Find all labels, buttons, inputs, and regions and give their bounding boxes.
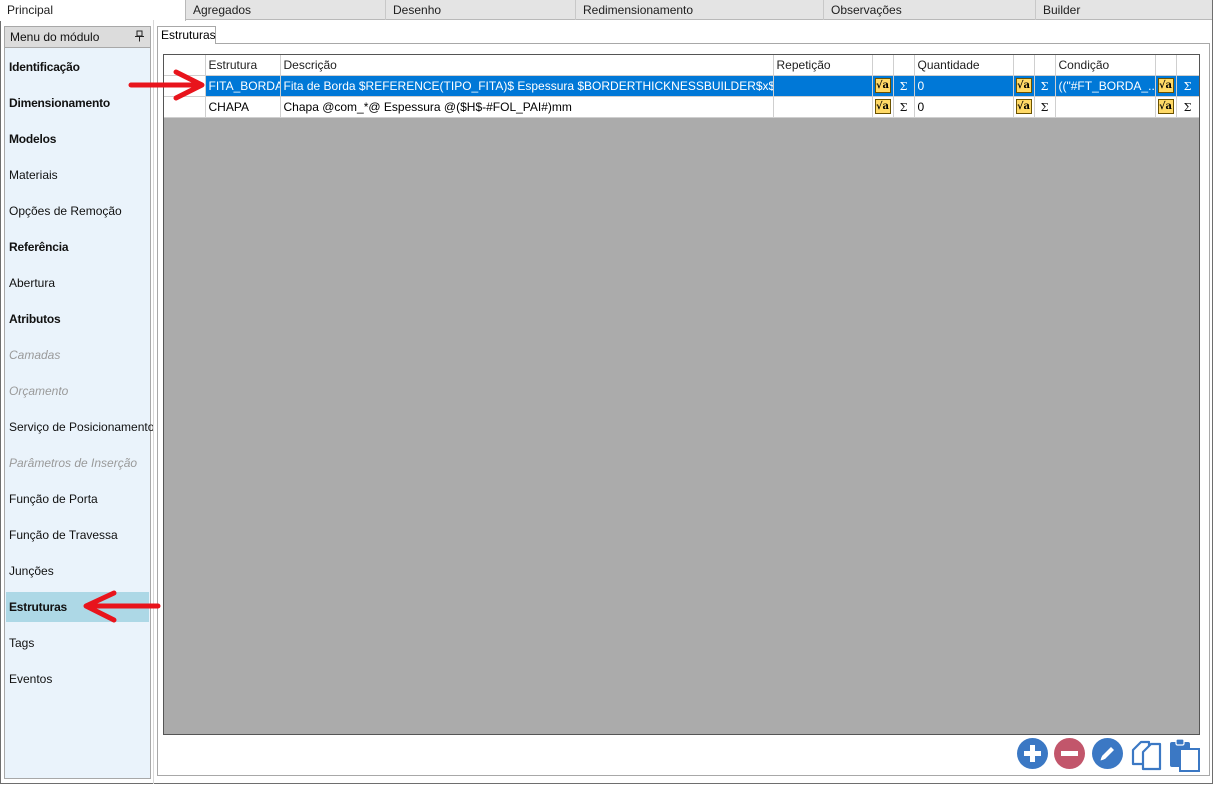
formula-sqrt-icon: √a [1015, 78, 1032, 94]
column-header-quantidade-sum [1034, 55, 1056, 76]
tab-redimensionamento[interactable]: Redimensionamento [576, 0, 824, 20]
tab-agregados[interactable]: Agregados [186, 0, 386, 20]
cell-descricao[interactable]: Fita de Borda $REFERENCE(TIPO_FITA)$ Esp… [280, 75, 774, 97]
formula-sqrt-icon: √a [1157, 99, 1174, 115]
tab-desenho[interactable]: Desenho [386, 0, 576, 20]
pencil-icon [1100, 747, 1114, 761]
paste-icon [1170, 738, 1200, 772]
tab-observacoes[interactable]: Observações [824, 0, 1036, 20]
sidebar-header: Menu do módulo [5, 27, 150, 48]
column-header-quantidade[interactable]: Quantidade [914, 55, 1014, 76]
remove-button[interactable] [1054, 738, 1085, 769]
cell-quantidade[interactable]: 0 [914, 75, 1014, 97]
column-header-repeticao-sum [893, 55, 915, 76]
condicao-formula-button[interactable]: √a [1155, 75, 1177, 97]
estruturas-grid: Estrutura Descrição Repetição Quantidade… [163, 54, 1200, 735]
sidebar-item-camadas: Camadas [9, 348, 61, 362]
repeticao-formula-button[interactable]: √a [872, 96, 894, 118]
tab-principal[interactable]: Principal [0, 0, 186, 21]
condicao-sum-button[interactable]: Σ [1176, 75, 1199, 97]
module-menu-sidebar: Menu do módulo Identificação Dimensionam… [4, 26, 154, 779]
sidebar-item-atributos[interactable]: Atributos [5, 304, 150, 334]
sidebar-item-servico-posicionamento[interactable]: Serviço de Posicionamento [5, 412, 154, 442]
grid-header-row: Estrutura Descrição Repetição Quantidade… [164, 55, 1199, 76]
copy-button[interactable] [1129, 738, 1163, 772]
sigma-icon: Σ [899, 79, 908, 93]
column-header-repeticao[interactable]: Repetição [773, 55, 873, 76]
cell-estrutura[interactable]: FITA_BORDA [205, 75, 281, 97]
sidebar-item-parametros-insercao: Parâmetros de Inserção [9, 456, 138, 470]
sidebar-item-funcao-travessa[interactable]: Função de Travessa [5, 520, 150, 550]
repeticao-sum-button[interactable]: Σ [893, 75, 915, 97]
table-row[interactable]: FITA_BORDA Fita de Borda $REFERENCE(TIPO… [164, 75, 1199, 97]
column-header-condicao-sum [1176, 55, 1199, 76]
sidebar-item-modelos[interactable]: Modelos [5, 124, 150, 154]
sidebar-item-eventos[interactable]: Eventos [5, 664, 150, 694]
sidebar-item-estruturas[interactable]: Estruturas [6, 592, 149, 622]
sidebar-item-opcoes-remocao[interactable]: Opções de Remoção [5, 196, 150, 226]
cell-repeticao[interactable] [773, 75, 873, 97]
repeticao-formula-button[interactable]: √a [872, 75, 894, 97]
sigma-icon: Σ [1183, 79, 1192, 93]
cell-condicao[interactable] [1055, 96, 1156, 118]
quantidade-sum-button[interactable]: Σ [1034, 96, 1056, 118]
formula-sqrt-icon: √a [874, 78, 891, 94]
column-header-estrutura[interactable]: Estrutura [205, 55, 281, 76]
sidebar-item-dimensionamento[interactable]: Dimensionamento [5, 88, 150, 118]
sidebar-item-referencia[interactable]: Referência [5, 232, 150, 262]
sidebar-item-tags[interactable]: Tags [5, 628, 150, 658]
add-button[interactable] [1017, 738, 1048, 769]
sidebar-item-orcamento: Orçamento [9, 384, 69, 398]
column-header-condicao[interactable]: Condição [1055, 55, 1156, 76]
paste-button[interactable] [1167, 738, 1201, 772]
condicao-sum-button[interactable]: Σ [1176, 96, 1199, 118]
sigma-icon: Σ [1040, 100, 1049, 114]
quantidade-formula-button[interactable]: √a [1013, 96, 1035, 118]
sidebar-title: Menu do módulo [10, 30, 100, 44]
table-row[interactable]: CHAPA Chapa @com_*@ Espessura @($H$-#FOL… [164, 96, 1199, 118]
column-header-quantidade-formula [1013, 55, 1035, 76]
sigma-icon: Σ [1040, 79, 1049, 93]
row-header-corner [164, 55, 206, 76]
sidebar-item-materiais[interactable]: Materiais [5, 160, 150, 190]
row-header[interactable] [164, 96, 206, 118]
edit-button[interactable] [1092, 738, 1123, 769]
cell-quantidade[interactable]: 0 [914, 96, 1014, 118]
sigma-icon: Σ [899, 100, 908, 114]
repeticao-sum-button[interactable]: Σ [893, 96, 915, 118]
sidebar-item-funcao-porta[interactable]: Função de Porta [5, 484, 150, 514]
column-header-descricao[interactable]: Descrição [280, 55, 774, 76]
panel-splitter[interactable] [153, 20, 154, 784]
formula-sqrt-icon: √a [1015, 99, 1032, 115]
cell-condicao[interactable]: (("#FT_BORDA_... [1055, 75, 1156, 97]
tab-estruturas[interactable]: Estruturas [157, 26, 216, 44]
sigma-icon: Σ [1183, 100, 1192, 114]
sidebar-item-juncoes[interactable]: Junções [5, 556, 150, 586]
cell-repeticao[interactable] [773, 96, 873, 118]
column-header-repeticao-formula [872, 55, 894, 76]
top-tab-bar: Principal Agregados Desenho Redimensiona… [0, 0, 1212, 21]
formula-sqrt-icon: √a [1157, 78, 1174, 94]
row-header[interactable] [164, 75, 206, 97]
formula-sqrt-icon: √a [874, 99, 891, 115]
copy-icon [1131, 740, 1162, 771]
cell-descricao[interactable]: Chapa @com_*@ Espessura @($H$-#FOL_PAI#)… [280, 96, 774, 118]
quantidade-sum-button[interactable]: Σ [1034, 75, 1056, 97]
cell-estrutura[interactable]: CHAPA [205, 96, 281, 118]
tab-builder[interactable]: Builder [1036, 0, 1212, 20]
quantidade-formula-button[interactable]: √a [1013, 75, 1035, 97]
condicao-formula-button[interactable]: √a [1155, 96, 1177, 118]
sidebar-item-identificacao[interactable]: Identificação [5, 52, 150, 82]
column-header-condicao-formula [1155, 55, 1177, 76]
sidebar-item-abertura[interactable]: Abertura [5, 268, 150, 298]
pin-icon[interactable] [135, 29, 144, 49]
